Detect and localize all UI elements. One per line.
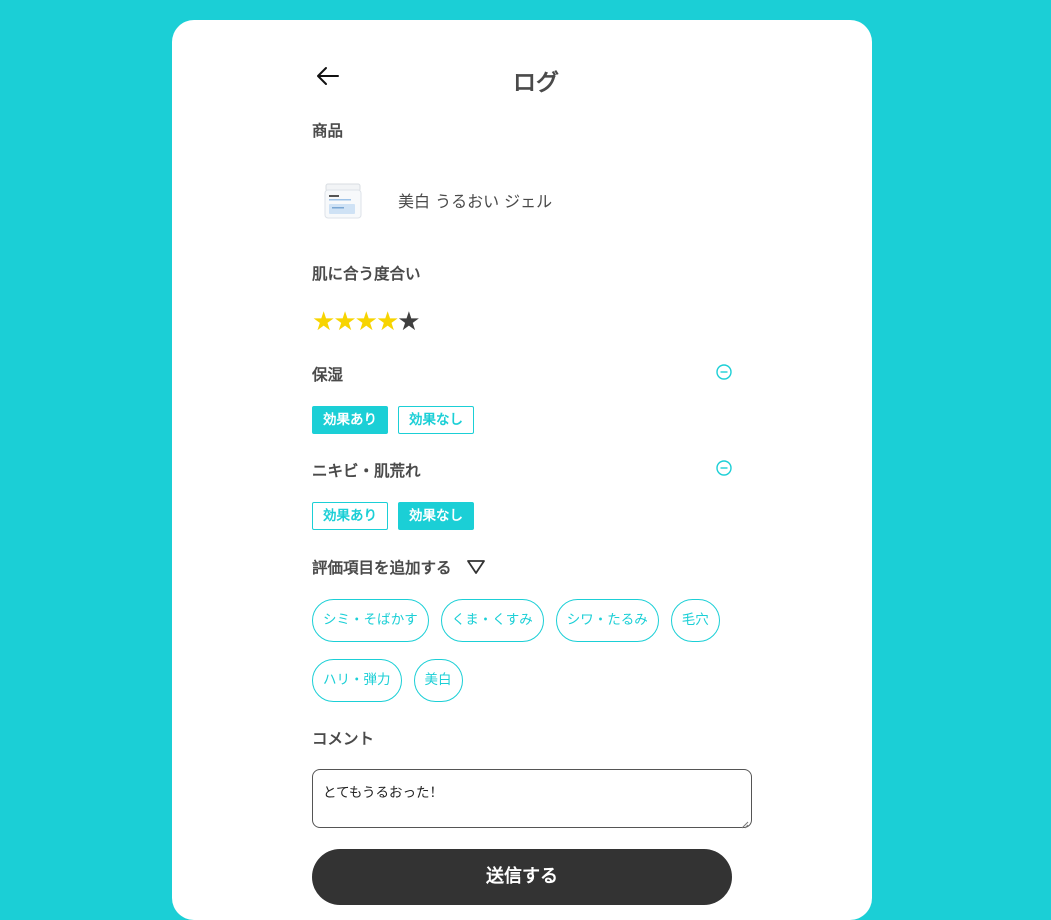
add-criteria-row[interactable]: 評価項目を追加する bbox=[312, 556, 486, 578]
page-title: ログ bbox=[513, 70, 559, 96]
effect-yes-button[interactable]: 効果あり bbox=[312, 406, 388, 434]
criterion-label-acne: ニキビ・肌荒れ bbox=[312, 462, 421, 480]
star-filled-icon[interactable]: ★ bbox=[333, 307, 356, 337]
star-filled-icon[interactable]: ★ bbox=[355, 307, 378, 337]
effect-no-button[interactable]: 効果なし bbox=[398, 406, 474, 434]
product-row[interactable]: 美白 うるおい ジェル bbox=[312, 178, 552, 222]
submit-button[interactable]: 送信する bbox=[312, 849, 732, 905]
chip-spots[interactable]: シミ・そばかす bbox=[312, 599, 429, 642]
comment-textarea[interactable]: とてもうるおった！ bbox=[312, 769, 752, 829]
rating-label: 肌に合う度合い bbox=[312, 265, 421, 283]
criterion-options-moisture: 効果あり 効果なし bbox=[312, 406, 484, 434]
star-rating[interactable]: ★★★★★ bbox=[312, 307, 421, 337]
product-section-label: 商品 bbox=[312, 122, 344, 140]
star-filled-icon[interactable]: ★ bbox=[312, 307, 335, 337]
product-name: 美白 うるおい ジェル bbox=[398, 192, 553, 211]
chip-pores[interactable]: 毛穴 bbox=[670, 599, 720, 642]
criterion-label-moisture: 保湿 bbox=[312, 366, 344, 384]
add-criteria-label: 評価項目を追加する bbox=[312, 559, 452, 577]
triangle-down-icon[interactable] bbox=[466, 558, 486, 576]
comment-label: コメント bbox=[312, 730, 375, 748]
product-thumbnail bbox=[318, 178, 368, 222]
remove-criterion-moisture-icon[interactable] bbox=[716, 364, 732, 380]
comment-text: とてもうるおった！ bbox=[323, 785, 444, 801]
star-empty-icon[interactable]: ★ bbox=[397, 307, 420, 337]
log-card: ログ 商品 美白 うるおい ジェル 肌に合う度合い ★★★★★ 保湿 効果あり … bbox=[172, 20, 872, 920]
chip-whitening[interactable]: 美白 bbox=[413, 659, 463, 702]
remove-criterion-acne-icon[interactable] bbox=[716, 460, 732, 476]
resize-grip-icon[interactable] bbox=[741, 817, 749, 829]
chip-dark-circles[interactable]: くま・くすみ bbox=[440, 599, 544, 642]
effect-no-button[interactable]: 効果なし bbox=[398, 502, 474, 530]
star-filled-icon[interactable]: ★ bbox=[376, 307, 399, 337]
criteria-chip-list: シミ・そばかす くま・くすみ シワ・たるみ 毛穴ハリ・弾力 美白 bbox=[312, 599, 752, 719]
chip-firmness[interactable]: ハリ・弾力 bbox=[312, 659, 402, 702]
chip-wrinkles[interactable]: シワ・たるみ bbox=[555, 599, 659, 642]
effect-yes-button[interactable]: 効果あり bbox=[312, 502, 388, 530]
criterion-options-acne: 効果あり 効果なし bbox=[312, 502, 484, 530]
